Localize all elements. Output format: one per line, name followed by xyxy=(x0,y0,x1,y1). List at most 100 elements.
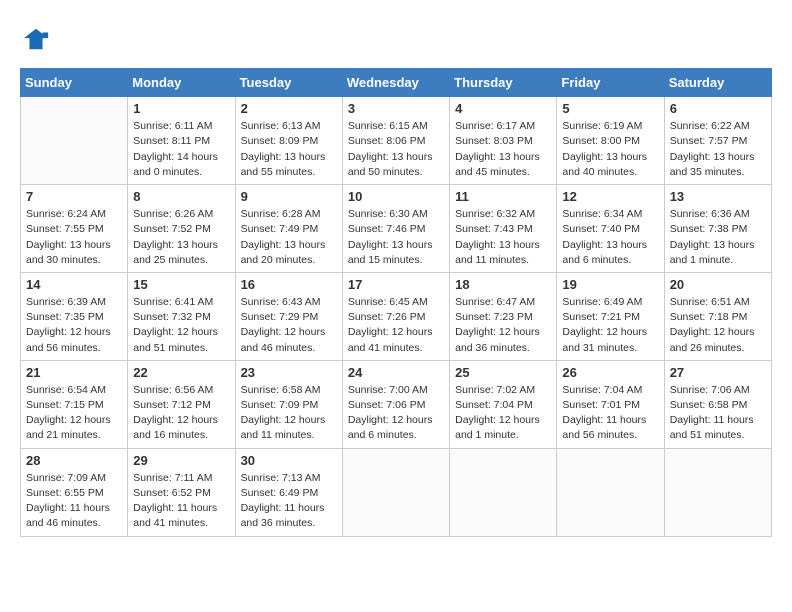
day-info: Sunrise: 6:56 AM Sunset: 7:12 PM Dayligh… xyxy=(133,383,229,444)
day-info: Sunrise: 7:11 AM Sunset: 6:52 PM Dayligh… xyxy=(133,471,229,532)
calendar-cell: 6 Sunrise: 6:22 AM Sunset: 7:57 PM Daylig… xyxy=(664,97,771,185)
day-info: Sunrise: 6:36 AM Sunset: 7:38 PM Dayligh… xyxy=(670,207,766,268)
logo-icon xyxy=(22,25,50,53)
header-sunday: Sunday xyxy=(21,69,128,97)
day-number: 30 xyxy=(241,453,337,468)
day-number: 21 xyxy=(26,365,122,380)
calendar-cell: 19Sunrise: 6:49 AM Sunset: 7:21 PM Dayli… xyxy=(557,272,664,360)
day-number: 8 xyxy=(133,189,229,204)
calendar-table: SundayMondayTuesdayWednesdayThursdayFrid… xyxy=(20,68,772,536)
calendar-cell: 8 Sunrise: 6:26 AM Sunset: 7:52 PM Daylig… xyxy=(128,185,235,273)
day-info: Sunrise: 6:22 AM Sunset: 7:57 PM Dayligh… xyxy=(670,119,766,180)
calendar-cell: 30Sunrise: 7:13 AM Sunset: 6:49 PM Dayli… xyxy=(235,448,342,536)
day-number: 19 xyxy=(562,277,658,292)
header-tuesday: Tuesday xyxy=(235,69,342,97)
day-number: 5 xyxy=(562,101,658,116)
day-number: 29 xyxy=(133,453,229,468)
day-number: 17 xyxy=(348,277,444,292)
day-number: 28 xyxy=(26,453,122,468)
calendar-cell: 20 Sunrise: 6:51 AM Sunset: 7:18 PM Dayli… xyxy=(664,272,771,360)
calendar-cell: 3 Sunrise: 6:15 AM Sunset: 8:06 PM Daylig… xyxy=(342,97,449,185)
day-info: Sunrise: 6:45 AM Sunset: 7:26 PM Dayligh… xyxy=(348,295,444,356)
calendar-cell: 1Sunrise: 6:11 AM Sunset: 8:11 PM Daylig… xyxy=(128,97,235,185)
day-info: Sunrise: 6:17 AM Sunset: 8:03 PM Dayligh… xyxy=(455,119,551,180)
calendar-cell: 10 Sunrise: 6:30 AM Sunset: 7:46 PM Dayli… xyxy=(342,185,449,273)
day-number: 24 xyxy=(348,365,444,380)
day-number: 23 xyxy=(241,365,337,380)
day-number: 1 xyxy=(133,101,229,116)
calendar-cell: 2 Sunrise: 6:13 AM Sunset: 8:09 PM Daylig… xyxy=(235,97,342,185)
calendar-cell: 24 Sunrise: 7:00 AM Sunset: 7:06 PM Dayli… xyxy=(342,360,449,448)
day-number: 12 xyxy=(562,189,658,204)
calendar-cell: 12Sunrise: 6:34 AM Sunset: 7:40 PM Dayli… xyxy=(557,185,664,273)
calendar-cell: 28 Sunrise: 7:09 AM Sunset: 6:55 PM Dayli… xyxy=(21,448,128,536)
calendar-cell: 11Sunrise: 6:32 AM Sunset: 7:43 PM Dayli… xyxy=(450,185,557,273)
calendar-cell: 16 Sunrise: 6:43 AM Sunset: 7:29 PM Dayli… xyxy=(235,272,342,360)
day-number: 13 xyxy=(670,189,766,204)
day-number: 27 xyxy=(670,365,766,380)
day-info: Sunrise: 7:09 AM Sunset: 6:55 PM Dayligh… xyxy=(26,471,122,532)
calendar-cell: 27 Sunrise: 7:06 AM Sunset: 6:58 PM Dayli… xyxy=(664,360,771,448)
calendar-week-row: 21 Sunrise: 6:54 AM Sunset: 7:15 PM Dayli… xyxy=(21,360,772,448)
day-info: Sunrise: 6:47 AM Sunset: 7:23 PM Dayligh… xyxy=(455,295,551,356)
calendar-cell xyxy=(21,97,128,185)
header-saturday: Saturday xyxy=(664,69,771,97)
day-number: 20 xyxy=(670,277,766,292)
calendar-header-row: SundayMondayTuesdayWednesdayThursdayFrid… xyxy=(21,69,772,97)
header-monday: Monday xyxy=(128,69,235,97)
day-number: 16 xyxy=(241,277,337,292)
day-info: Sunrise: 6:24 AM Sunset: 7:55 PM Dayligh… xyxy=(26,207,122,268)
day-number: 10 xyxy=(348,189,444,204)
day-info: Sunrise: 6:30 AM Sunset: 7:46 PM Dayligh… xyxy=(348,207,444,268)
calendar-week-row: 14 Sunrise: 6:39 AM Sunset: 7:35 PM Dayli… xyxy=(21,272,772,360)
day-info: Sunrise: 6:51 AM Sunset: 7:18 PM Dayligh… xyxy=(670,295,766,356)
day-number: 18 xyxy=(455,277,551,292)
day-info: Sunrise: 6:41 AM Sunset: 7:32 PM Dayligh… xyxy=(133,295,229,356)
day-info: Sunrise: 6:43 AM Sunset: 7:29 PM Dayligh… xyxy=(241,295,337,356)
calendar-cell: 18 Sunrise: 6:47 AM Sunset: 7:23 PM Dayli… xyxy=(450,272,557,360)
day-number: 22 xyxy=(133,365,229,380)
calendar-cell xyxy=(342,448,449,536)
logo xyxy=(20,25,50,58)
day-number: 15 xyxy=(133,277,229,292)
calendar-cell: 17 Sunrise: 6:45 AM Sunset: 7:26 PM Dayli… xyxy=(342,272,449,360)
calendar-cell xyxy=(450,448,557,536)
day-number: 26 xyxy=(562,365,658,380)
day-number: 9 xyxy=(241,189,337,204)
day-number: 6 xyxy=(670,101,766,116)
calendar-cell: 5Sunrise: 6:19 AM Sunset: 8:00 PM Daylig… xyxy=(557,97,664,185)
calendar-cell: 22 Sunrise: 6:56 AM Sunset: 7:12 PM Dayli… xyxy=(128,360,235,448)
calendar-cell: 4 Sunrise: 6:17 AM Sunset: 8:03 PM Daylig… xyxy=(450,97,557,185)
logo-text xyxy=(20,25,50,58)
day-number: 2 xyxy=(241,101,337,116)
day-number: 14 xyxy=(26,277,122,292)
day-info: Sunrise: 7:04 AM Sunset: 7:01 PM Dayligh… xyxy=(562,383,658,444)
calendar-cell: 9Sunrise: 6:28 AM Sunset: 7:49 PM Daylig… xyxy=(235,185,342,273)
calendar-cell: 26 Sunrise: 7:04 AM Sunset: 7:01 PM Dayli… xyxy=(557,360,664,448)
day-number: 7 xyxy=(26,189,122,204)
day-info: Sunrise: 6:26 AM Sunset: 7:52 PM Dayligh… xyxy=(133,207,229,268)
calendar-cell: 15 Sunrise: 6:41 AM Sunset: 7:32 PM Dayli… xyxy=(128,272,235,360)
calendar-week-row: 1Sunrise: 6:11 AM Sunset: 8:11 PM Daylig… xyxy=(21,97,772,185)
calendar-cell: 23 Sunrise: 6:58 AM Sunset: 7:09 PM Dayli… xyxy=(235,360,342,448)
calendar-cell xyxy=(557,448,664,536)
day-number: 3 xyxy=(348,101,444,116)
day-info: Sunrise: 6:39 AM Sunset: 7:35 PM Dayligh… xyxy=(26,295,122,356)
day-info: Sunrise: 6:13 AM Sunset: 8:09 PM Dayligh… xyxy=(241,119,337,180)
day-info: Sunrise: 7:02 AM Sunset: 7:04 PM Dayligh… xyxy=(455,383,551,444)
calendar-cell xyxy=(664,448,771,536)
calendar-week-row: 7 Sunrise: 6:24 AM Sunset: 7:55 PM Daylig… xyxy=(21,185,772,273)
day-info: Sunrise: 7:00 AM Sunset: 7:06 PM Dayligh… xyxy=(348,383,444,444)
calendar-week-row: 28 Sunrise: 7:09 AM Sunset: 6:55 PM Dayli… xyxy=(21,448,772,536)
calendar-cell: 25Sunrise: 7:02 AM Sunset: 7:04 PM Dayli… xyxy=(450,360,557,448)
day-info: Sunrise: 7:06 AM Sunset: 6:58 PM Dayligh… xyxy=(670,383,766,444)
day-info: Sunrise: 6:15 AM Sunset: 8:06 PM Dayligh… xyxy=(348,119,444,180)
calendar-cell: 21 Sunrise: 6:54 AM Sunset: 7:15 PM Dayli… xyxy=(21,360,128,448)
calendar-cell: 29 Sunrise: 7:11 AM Sunset: 6:52 PM Dayli… xyxy=(128,448,235,536)
day-info: Sunrise: 6:32 AM Sunset: 7:43 PM Dayligh… xyxy=(455,207,551,268)
day-info: Sunrise: 6:58 AM Sunset: 7:09 PM Dayligh… xyxy=(241,383,337,444)
day-info: Sunrise: 6:54 AM Sunset: 7:15 PM Dayligh… xyxy=(26,383,122,444)
calendar-cell: 7 Sunrise: 6:24 AM Sunset: 7:55 PM Daylig… xyxy=(21,185,128,273)
day-number: 4 xyxy=(455,101,551,116)
calendar-cell: 14 Sunrise: 6:39 AM Sunset: 7:35 PM Dayli… xyxy=(21,272,128,360)
